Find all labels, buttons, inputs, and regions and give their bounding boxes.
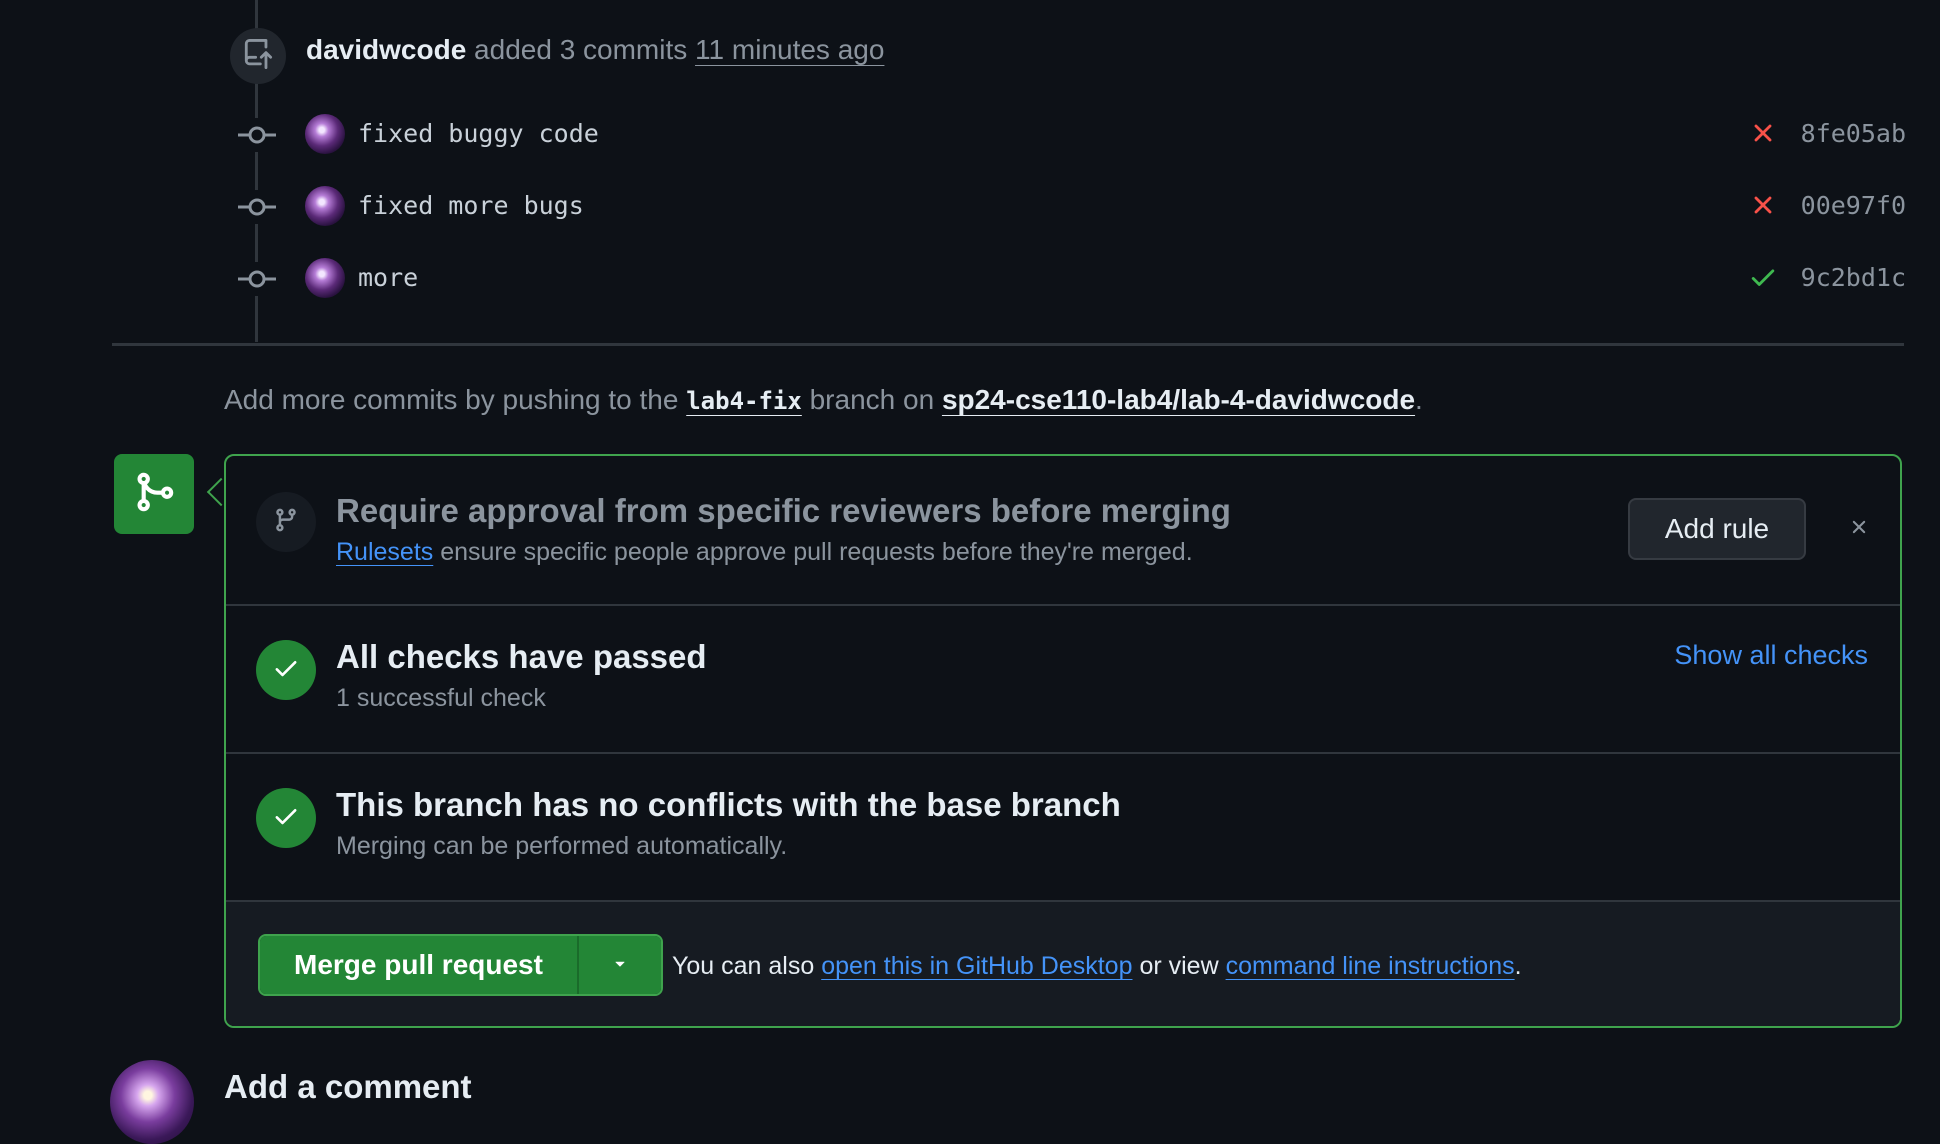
merge-status-badge xyxy=(114,454,194,534)
checks-title: All checks have passed xyxy=(336,638,707,675)
branch-rule-icon-wrap xyxy=(256,492,316,552)
triangle-down-icon xyxy=(610,953,630,978)
commit-event-summary: davidwcode added 3 commits 11 minutes ag… xyxy=(306,34,884,66)
timeline-divider xyxy=(112,343,1904,346)
repo-push-icon xyxy=(243,38,273,74)
merge-alt-prefix: You can also xyxy=(672,952,815,980)
add-comment-title: Add a comment xyxy=(224,1068,472,1105)
commit-sha-link[interactable]: 8fe05ab xyxy=(1801,119,1906,148)
commit-message-link[interactable]: more xyxy=(358,263,418,292)
checks-status-badge xyxy=(256,640,316,700)
event-author-link[interactable]: davidwcode xyxy=(306,34,466,65)
check-icon xyxy=(272,654,300,687)
event-action: added 3 commits xyxy=(474,34,688,65)
x-icon[interactable] xyxy=(1748,190,1778,220)
show-all-checks-link[interactable]: Show all checks xyxy=(1674,640,1868,671)
commit-message-link[interactable]: fixed buggy code xyxy=(358,119,599,148)
commit-row: fixed more bugs 00e97f0 xyxy=(238,182,1906,232)
git-merge-icon xyxy=(132,470,176,519)
rules-suggestion-description: Rulesets ensure specific people approve … xyxy=(336,538,1193,567)
git-commit-icon xyxy=(238,262,276,296)
github-desktop-link[interactable]: open this in GitHub Desktop xyxy=(821,952,1132,980)
merge-box: Require approval from specific reviewers… xyxy=(224,454,1902,1028)
push-hint-suffix: . xyxy=(1415,384,1423,415)
commit-row: more 9c2bd1c xyxy=(238,254,1906,304)
merge-alternatives-text: You can also open this in GitHub Desktop… xyxy=(672,952,1522,981)
push-hint: Add more commits by pushing to the lab4-… xyxy=(224,384,1423,416)
branch-name-link[interactable]: lab4-fix xyxy=(686,387,802,415)
check-icon[interactable] xyxy=(1748,262,1778,292)
conflicts-section: This branch has no conflicts with the ba… xyxy=(226,754,1900,900)
add-rule-button[interactable]: Add rule xyxy=(1628,498,1806,560)
git-commit-icon xyxy=(238,118,276,152)
close-icon xyxy=(1848,516,1870,543)
merge-pull-request-button[interactable]: Merge pull request xyxy=(260,936,577,994)
command-line-instructions-link[interactable]: command line instructions xyxy=(1226,952,1515,980)
rules-suggestion-section: Require approval from specific reviewers… xyxy=(226,456,1900,604)
push-hint-prefix: Add more commits by pushing to the xyxy=(224,384,679,415)
commit-sha-link[interactable]: 9c2bd1c xyxy=(1801,263,1906,292)
dismiss-button[interactable] xyxy=(1842,512,1876,546)
checks-subtitle: 1 successful check xyxy=(336,684,546,712)
git-branch-icon xyxy=(273,507,299,538)
commit-sha-link[interactable]: 00e97f0 xyxy=(1801,191,1906,220)
merge-button-group: Merge pull request xyxy=(258,934,663,996)
check-icon xyxy=(272,802,300,835)
merge-alt-middle: or view xyxy=(1139,952,1219,980)
commit-message-link[interactable]: fixed more bugs xyxy=(358,191,584,220)
checks-section: All checks have passed 1 successful chec… xyxy=(226,606,1900,752)
repo-name-link[interactable]: sp24-cse110-lab4/lab-4-davidwcode xyxy=(942,384,1415,415)
rules-suggestion-title: Require approval from specific reviewers… xyxy=(336,492,1231,529)
avatar xyxy=(110,1060,194,1144)
push-event-badge xyxy=(230,28,286,84)
git-commit-icon xyxy=(238,190,276,224)
conflicts-title: This branch has no conflicts with the ba… xyxy=(336,786,1121,823)
avatar[interactable] xyxy=(305,258,345,298)
event-time-link[interactable]: 11 minutes ago xyxy=(695,34,884,65)
merge-method-dropdown[interactable] xyxy=(576,936,661,994)
conflicts-status-badge xyxy=(256,788,316,848)
rules-suggestion-text: ensure specific people approve pull requ… xyxy=(440,538,1193,566)
commit-row: fixed buggy code 8fe05ab xyxy=(238,110,1906,160)
conflicts-subtitle: Merging can be performed automatically. xyxy=(336,832,788,860)
rulesets-link[interactable]: Rulesets xyxy=(336,538,433,566)
x-icon[interactable] xyxy=(1748,118,1778,148)
merge-action-section: Merge pull request You can also open thi… xyxy=(226,902,1900,1026)
merge-alt-suffix: . xyxy=(1514,952,1522,980)
push-hint-middle: branch on xyxy=(809,384,935,415)
avatar[interactable] xyxy=(305,114,345,154)
avatar[interactable] xyxy=(305,186,345,226)
